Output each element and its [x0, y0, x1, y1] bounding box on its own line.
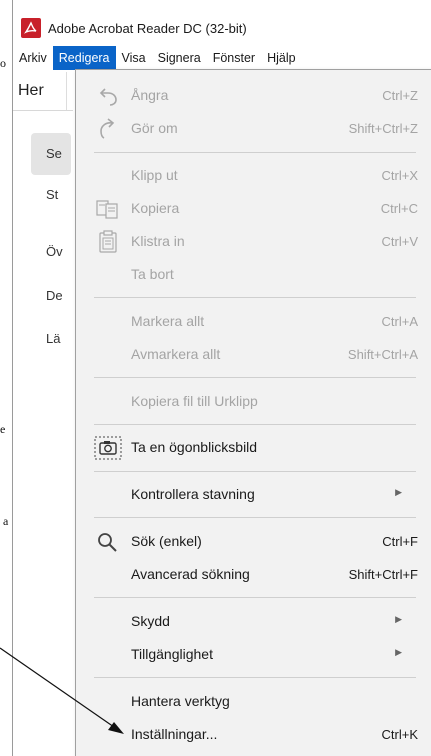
menu-separator: [94, 597, 416, 598]
menu-item-undo[interactable]: Ångra Ctrl+Z: [76, 80, 431, 112]
menu-item-label: Kopiera: [131, 200, 180, 216]
menu-item-label: Hantera verktyg: [131, 693, 230, 709]
menu-fonster[interactable]: Fönster: [207, 46, 261, 70]
menu-item-label: Gör om: [131, 120, 178, 136]
menu-item-shortcut: Shift+Ctrl+F: [348, 567, 418, 582]
menu-item-advanced-search[interactable]: Avancerad sökning Shift+Ctrl+F: [76, 559, 431, 591]
submenu-arrow-icon: ▶: [395, 487, 402, 497]
background-doc-fragment: a: [3, 514, 9, 528]
menu-item-label: Ta bort: [131, 266, 174, 282]
menu-item-label: Klistra in: [131, 233, 185, 249]
menu-item-deselect-all[interactable]: Avmarkera allt Shift+Ctrl+A: [76, 339, 431, 371]
menu-item-shortcut: Ctrl+F: [382, 534, 418, 549]
menu-signera[interactable]: Signera: [152, 46, 207, 70]
menu-item-label: Klipp ut: [131, 167, 178, 183]
window-title: Adobe Acrobat Reader DC (32-bit): [48, 20, 247, 36]
menu-item-label: Markera allt: [131, 313, 205, 329]
menu-separator: [94, 377, 416, 378]
menu-item-label: Kopiera fil till Urklipp: [131, 393, 258, 409]
menu-item-accessibility[interactable]: Tillgänglighet ▶: [76, 639, 431, 671]
menu-item-label: Avmarkera allt: [131, 346, 221, 362]
menu-item-label: Ta en ögonblicksbild: [131, 439, 258, 455]
menu-item-label: Avancerad sökning: [131, 566, 250, 582]
menu-item-label: Ångra: [131, 87, 169, 103]
submenu-arrow-icon: ▶: [395, 647, 402, 657]
menu-item-shortcut: Ctrl+A: [381, 314, 418, 329]
background-doc-fragment: o: [0, 56, 6, 70]
submenu-arrow-icon: ▶: [395, 614, 402, 624]
menu-hjalp[interactable]: Hjälp: [261, 46, 302, 70]
menu-item-copy-file[interactable]: Kopiera fil till Urklipp: [76, 386, 431, 418]
menu-item-delete[interactable]: Ta bort: [76, 259, 431, 291]
copy-icon: [94, 197, 122, 221]
menu-separator: [94, 424, 416, 425]
menu-item-shortcut: Ctrl+V: [381, 234, 418, 249]
background-doc-fragment: e: [0, 422, 6, 436]
menu-separator: [94, 471, 416, 472]
menu-item-label: Kontrollera stavning: [131, 486, 255, 502]
title-bar: Adobe Acrobat Reader DC (32-bit): [13, 10, 431, 46]
menu-item-label: Tillgänglighet: [131, 646, 213, 662]
menu-item-shortcut: Shift+Ctrl+A: [347, 347, 418, 362]
menu-separator: [94, 517, 416, 518]
menu-item-redo[interactable]: Gör om Shift+Ctrl+Z: [76, 113, 431, 145]
menu-separator: [94, 677, 416, 678]
paste-icon: [94, 230, 122, 254]
tab-home[interactable]: Her: [18, 72, 67, 110]
search-icon: [94, 530, 122, 554]
menu-item-manage-tools[interactable]: Hantera verktyg: [76, 686, 431, 718]
menu-separator: [94, 152, 416, 153]
camera-icon: [94, 436, 122, 460]
side-item-la[interactable]: Lä: [46, 331, 60, 346]
menu-item-select-all[interactable]: Markera allt Ctrl+A: [76, 306, 431, 338]
menu-arkiv[interactable]: Arkiv: [13, 46, 53, 70]
menu-item-copy[interactable]: Kopiera Ctrl+C: [76, 193, 431, 225]
menu-item-cut[interactable]: Klipp ut Ctrl+X: [76, 160, 431, 192]
menu-bar: Arkiv Redigera Visa Signera Fönster Hjäl…: [13, 46, 431, 70]
redo-icon: [94, 117, 122, 141]
menu-item-shortcut: Ctrl+Z: [382, 88, 418, 103]
menu-item-label: Inställningar...: [131, 726, 218, 742]
menu-item-preferences[interactable]: Inställningar... Ctrl+K: [76, 719, 431, 751]
edit-menu-dropdown: Ångra Ctrl+Z Gör om Shift+Ctrl+Z Klipp u…: [75, 69, 431, 756]
menu-item-shortcut: Ctrl+K: [381, 727, 418, 742]
menu-item-paste[interactable]: Klistra in Ctrl+V: [76, 226, 431, 258]
acrobat-logo-icon: [21, 18, 41, 38]
screen: o e a Adobe Acrobat Reader DC (32-bit) A…: [0, 0, 431, 756]
menu-item-shortcut: Ctrl+C: [380, 201, 418, 216]
divider: [13, 110, 73, 111]
undo-icon: [94, 84, 122, 108]
menu-item-protection[interactable]: Skydd ▶: [76, 606, 431, 638]
side-item-se[interactable]: Se: [46, 146, 62, 161]
menu-item-shortcut: Shift+Ctrl+Z: [348, 121, 418, 136]
menu-separator: [94, 297, 416, 298]
menu-item-spellcheck[interactable]: Kontrollera stavning ▶: [76, 479, 431, 511]
menu-item-label: Skydd: [131, 613, 170, 629]
menu-item-shortcut: Ctrl+X: [381, 168, 418, 183]
menu-item-label: Sök (enkel): [131, 533, 202, 549]
side-item-st[interactable]: St: [46, 187, 58, 202]
menu-item-snapshot[interactable]: Ta en ögonblicksbild: [76, 432, 431, 464]
side-item-ov[interactable]: Öv: [46, 244, 63, 259]
menu-item-find[interactable]: Sök (enkel) Ctrl+F: [76, 526, 431, 558]
menu-visa[interactable]: Visa: [116, 46, 152, 70]
side-item-de[interactable]: De: [46, 288, 63, 303]
menu-redigera[interactable]: Redigera: [52, 46, 116, 70]
